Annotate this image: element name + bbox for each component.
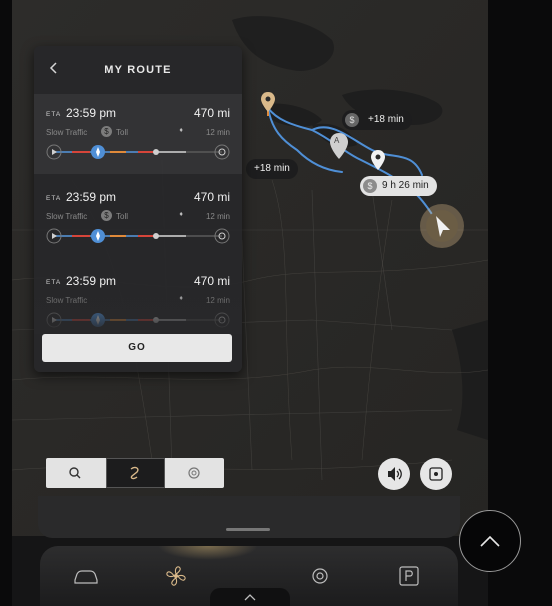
route-panel-header: MY ROUTE — [34, 46, 242, 90]
search-icon — [69, 467, 81, 479]
route-time-label: +18 min — [368, 114, 404, 125]
settings-icon — [188, 467, 200, 479]
route-progress — [46, 228, 230, 244]
remaining-time: 12 min — [205, 128, 230, 137]
go-button[interactable]: GO — [42, 334, 232, 362]
route-option[interactable]: ETA 23:59 pm 470 mi Slow Traffic $ Toll ♦ 12 mi… — [34, 178, 242, 258]
route-time-label: +18 min — [254, 163, 290, 174]
route-time-label: 9 h 26 min — [382, 180, 429, 191]
scroll-up-button[interactable] — [459, 510, 521, 572]
chevron-up-icon — [480, 535, 500, 547]
tab-navigation[interactable] — [106, 458, 165, 488]
dock-notch[interactable] — [210, 588, 290, 606]
navigation-icon — [130, 466, 139, 480]
eta-label: ETA — [46, 279, 62, 286]
traffic-status: Slow Traffic — [46, 128, 88, 137]
recenter-icon — [429, 467, 443, 481]
tab-settings[interactable] — [165, 458, 224, 488]
toll-icon: $ — [101, 210, 112, 221]
route-time-bubble[interactable]: $ +18 min — [342, 110, 412, 130]
route-progress — [46, 144, 230, 160]
map-mode-switch — [46, 458, 224, 488]
eta-time: 23:59 pm — [66, 190, 117, 204]
route-distance: 470 mi — [193, 106, 230, 120]
eta-time: 23:59 pm — [66, 106, 117, 120]
dock-highlight — [158, 546, 258, 560]
toll-icon: $ — [345, 113, 359, 127]
recenter-button[interactable] — [420, 458, 452, 490]
toll-icon: $ — [101, 126, 112, 137]
tab-search[interactable] — [46, 458, 105, 488]
bottom-sheet[interactable] — [38, 496, 460, 538]
settings-icon[interactable] — [304, 560, 336, 592]
car-icon[interactable] — [70, 560, 102, 592]
volume-button[interactable] — [378, 458, 410, 490]
chevron-up-icon — [244, 594, 256, 601]
toll-icon: $ — [363, 179, 377, 193]
pin-icon: ♦ — [179, 211, 183, 218]
toll-label: Toll — [116, 128, 129, 137]
toll-label: Toll — [116, 212, 129, 221]
traffic-status: Slow Traffic — [46, 212, 88, 221]
speaker-icon — [388, 467, 402, 481]
route-option[interactable]: ETA 23:59 pm 470 mi Slow Traffic $ Toll ♦ 12 mi… — [34, 94, 242, 174]
eta-label: ETA — [46, 195, 62, 202]
list-fade — [34, 286, 242, 334]
selected-route-time-bubble[interactable]: $ 9 h 26 min — [360, 176, 437, 196]
sheet-handle[interactable] — [226, 528, 270, 531]
fan-icon[interactable] — [160, 560, 192, 592]
route-time-bubble[interactable]: +18 min — [246, 159, 298, 179]
route-distance: 470 mi — [193, 190, 230, 204]
waypoint-label: A — [334, 136, 340, 145]
device-screen: $ +18 min +18 min $ 9 h 26 min A MY ROUT… — [12, 0, 488, 606]
remaining-time: 12 min — [205, 212, 230, 221]
panel-title: MY ROUTE — [104, 64, 172, 76]
parking-assist-icon[interactable] — [394, 560, 426, 592]
pin-icon: ♦ — [179, 127, 183, 134]
route-panel: MY ROUTE ETA 23:59 pm 470 mi Slow Traffic $ T… — [34, 46, 242, 372]
eta-label: ETA — [46, 111, 62, 118]
